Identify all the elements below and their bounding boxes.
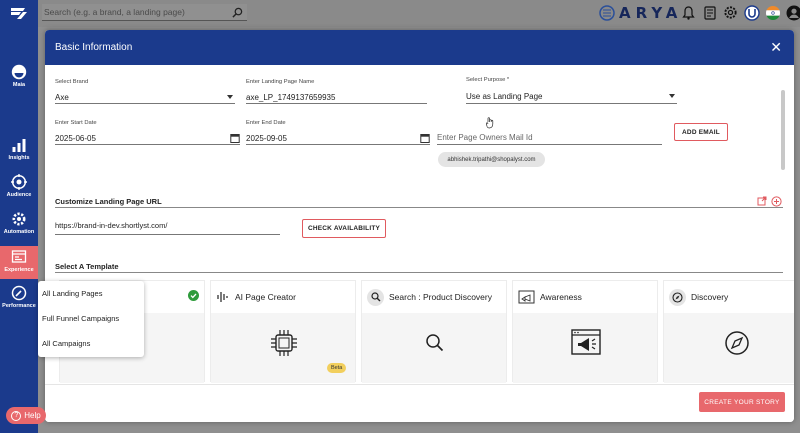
- search-icon[interactable]: [232, 7, 243, 18]
- left-navigation: Maia Insights Audience Automation Experi…: [0, 0, 38, 433]
- nav-item-maia[interactable]: Maia: [0, 64, 38, 88]
- nav-item-performance[interactable]: Performance: [0, 285, 38, 309]
- chip-icon: [271, 330, 297, 356]
- nav-item-insights[interactable]: Insights: [0, 137, 38, 161]
- mouse-cursor-icon: [486, 117, 494, 129]
- menu-item-full-funnel-campaigns[interactable]: Full Funnel Campaigns: [38, 306, 144, 331]
- url-section-title: Customize Landing Page URL: [55, 197, 162, 206]
- checkmark-icon: [188, 290, 199, 301]
- chevron-down-icon[interactable]: [669, 94, 675, 98]
- megaphone-icon: [571, 329, 601, 355]
- lp-name-label: Enter Landing Page Name: [246, 79, 315, 85]
- owner-mail-placeholder: Enter Page Owners Mail Id: [437, 133, 533, 142]
- gear-icon: [12, 212, 26, 226]
- search-icon: [426, 334, 444, 352]
- brand-value: Axe: [55, 92, 69, 102]
- brand-name: ARYA: [619, 4, 683, 22]
- menu-item-all-landing-pages[interactable]: All Landing Pages: [38, 281, 144, 306]
- india-flag-icon[interactable]: [764, 4, 781, 21]
- nav-item-experience[interactable]: Experience: [0, 246, 38, 279]
- compass-icon: [725, 331, 749, 355]
- start-date-field[interactable]: Enter Start Date 2025-06-05: [55, 120, 240, 145]
- unilever-logo-icon[interactable]: [743, 4, 760, 21]
- document-icon[interactable]: [701, 4, 718, 21]
- end-date-field[interactable]: Enter End Date 2025-09-05: [246, 120, 430, 145]
- nav-item-label: Automation: [3, 229, 35, 235]
- app-logo-icon[interactable]: [9, 6, 29, 20]
- browser-icon: [11, 250, 27, 263]
- purpose-label: Select Purpose *: [466, 77, 510, 83]
- nav-item-automation[interactable]: Automation: [0, 211, 38, 235]
- search-input[interactable]: [42, 4, 222, 20]
- add-email-button[interactable]: ADD EMAIL: [674, 123, 728, 141]
- target-icon: [11, 174, 27, 190]
- compass-icon: [669, 288, 686, 306]
- end-date-value: 2025-09-05: [246, 133, 287, 143]
- help-label: Help: [24, 411, 41, 420]
- template-section-title: Select A Template: [55, 262, 119, 271]
- section-divider: [55, 272, 783, 273]
- owner-mail-field[interactable]: Enter Page Owners Mail Id: [437, 131, 662, 145]
- template-card-search-product-discovery[interactable]: Search : Product Discovery: [361, 280, 507, 383]
- bar-chart-icon: [12, 139, 26, 152]
- maia-icon: [11, 64, 27, 80]
- purpose-value: Use as Landing Page: [466, 91, 543, 101]
- question-icon: ?: [11, 410, 22, 421]
- nav-item-audience[interactable]: Audience: [0, 174, 38, 198]
- purpose-select[interactable]: Select Purpose * Use as Landing Page: [466, 77, 677, 104]
- brand-select[interactable]: Select Brand Axe: [55, 79, 235, 104]
- calendar-icon[interactable]: [230, 133, 240, 143]
- chevron-down-icon[interactable]: [227, 95, 233, 99]
- open-external-icon[interactable]: [757, 196, 767, 206]
- lp-name-value: axe_LP_1749137659935: [246, 92, 336, 102]
- email-chip[interactable]: abhishek.tripathi@shopalyst.com: [438, 152, 545, 167]
- modal-header: Basic Information ✕: [45, 30, 794, 65]
- card-title: AI Page Creator: [235, 292, 296, 302]
- card-title: Discovery: [691, 292, 729, 302]
- brand-label: Select Brand: [55, 79, 89, 85]
- nav-item-label: Performance: [2, 303, 36, 309]
- gauge-icon: [11, 285, 27, 301]
- awareness-icon: [518, 290, 535, 303]
- start-date-value: 2025-06-05: [55, 133, 96, 143]
- check-availability-button[interactable]: CHECK AVAILABILITY: [302, 219, 386, 238]
- top-bar: ARYA: [38, 0, 800, 27]
- landing-page-name-field[interactable]: Enter Landing Page Name axe_LP_174913765…: [246, 79, 427, 104]
- nav-item-label: Insights: [8, 155, 30, 161]
- user-avatar-icon[interactable]: [785, 4, 800, 21]
- nav-item-label: Maia: [12, 82, 26, 88]
- create-your-story-button[interactable]: CREATE YOUR STORY: [699, 392, 785, 412]
- end-date-label: Enter End Date: [246, 120, 286, 126]
- modal-footer: CREATE YOUR STORY: [45, 384, 794, 422]
- search-box[interactable]: [42, 4, 247, 21]
- search-icon: [367, 288, 384, 306]
- scrollbar[interactable]: [781, 90, 785, 170]
- menu-item-all-campaigns[interactable]: All Campaigns: [38, 331, 144, 356]
- experience-submenu: All Landing Pages Full Funnel Campaigns …: [38, 281, 144, 357]
- template-card-awareness[interactable]: Awareness: [512, 280, 658, 383]
- nav-item-label: Experience: [4, 267, 34, 273]
- nav-item-label: Audience: [6, 192, 32, 198]
- template-card-ai-page-creator[interactable]: AI Page Creator Beta: [210, 280, 356, 383]
- brand-logo: ARYA: [599, 3, 682, 23]
- bell-icon[interactable]: [680, 4, 697, 21]
- beta-badge: Beta: [327, 363, 347, 373]
- section-divider: [55, 207, 783, 208]
- card-title: Search : Product Discovery: [389, 292, 492, 302]
- start-date-label: Enter Start Date: [55, 120, 97, 126]
- add-circle-icon[interactable]: [771, 196, 782, 207]
- basic-information-modal: Basic Information ✕ Select Brand Axe Ent…: [45, 30, 794, 422]
- waveform-icon: [217, 292, 228, 302]
- brain-icon: [599, 5, 615, 21]
- landing-page-url-input[interactable]: https://brand-in-dev.shortlyst.com/: [55, 221, 280, 235]
- close-icon[interactable]: ✕: [770, 40, 782, 54]
- template-card-discovery[interactable]: Discovery: [663, 280, 794, 383]
- modal-title: Basic Information: [55, 42, 133, 53]
- settings-gear-icon[interactable]: [722, 4, 739, 21]
- help-button[interactable]: ? Help: [6, 407, 46, 424]
- card-title: Awareness: [540, 292, 582, 302]
- calendar-icon[interactable]: [420, 133, 430, 143]
